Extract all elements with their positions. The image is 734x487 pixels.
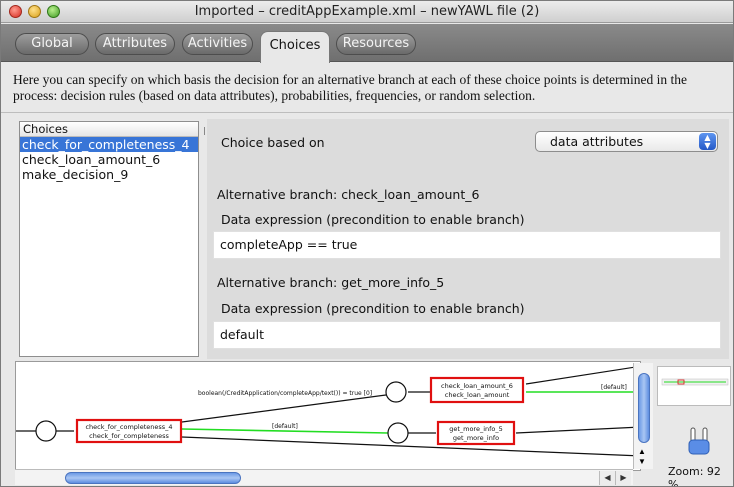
edge-label-default-2: [default] <box>601 384 627 391</box>
scroll-up-icon[interactable]: ▲ <box>638 447 646 456</box>
task-label-1-line2: check_for_completeness <box>89 432 169 440</box>
choices-list-header[interactable]: Choices <box>20 122 198 137</box>
task-label-1-line1: check_for_completeness_4 <box>85 423 172 431</box>
task-label-3-line1: get_more_info_5 <box>449 425 503 433</box>
app-window: Imported – creditAppExample.xml – newYAW… <box>0 0 734 487</box>
title-bar: Imported – creditAppExample.xml – newYAW… <box>1 1 733 23</box>
horizontal-scroll-thumb[interactable] <box>65 472 241 484</box>
branch-expression-field-2[interactable]: default <box>213 321 721 349</box>
scroll-left-icon[interactable]: ◀ <box>599 471 615 485</box>
condition-circle-1[interactable] <box>385 381 407 403</box>
minimize-window-button[interactable] <box>28 5 41 18</box>
tab-activities[interactable]: Activities <box>182 33 253 55</box>
zoom-window-button[interactable] <box>47 5 60 18</box>
choice-item-check-for-completeness[interactable]: check_for_completeness_4 <box>20 137 198 152</box>
task-label-2-line1: check_loan_amount_6 <box>441 382 513 390</box>
choices-description: Here you can specify on which basis the … <box>13 72 688 103</box>
choice-item-check-loan-amount[interactable]: check_loan_amount_6 <box>20 152 198 167</box>
scroll-right-icon[interactable]: ▶ <box>615 471 631 485</box>
tab-global[interactable]: Global <box>15 33 89 55</box>
start-condition-circle[interactable] <box>35 420 57 442</box>
edge-label-default-1: [default] <box>272 423 298 430</box>
choice-based-on-label: Choice based on <box>221 135 325 150</box>
process-diagram[interactable]: check_for_completeness_4 check_for_compl… <box>15 361 641 471</box>
choice-basis-select[interactable]: data attributes ▲ ▼ <box>535 131 718 152</box>
tab-attributes[interactable]: Attributes <box>95 33 175 55</box>
flow-loan-out-line <box>525 365 640 385</box>
choice-item-make-decision[interactable]: make_decision_9 <box>20 167 198 182</box>
diagram-overview-thumbnail[interactable] <box>657 366 731 406</box>
task-label-3-line2: get_more_info <box>453 434 499 442</box>
diagram-horizontal-scrollbar[interactable]: ◀ ▶ <box>15 469 633 485</box>
edge-label-condition: boolean(/CreditApplication/completeApp/t… <box>198 390 372 397</box>
vertical-scroll-thumb[interactable] <box>638 373 650 443</box>
scroll-down-icon[interactable]: ▼ <box>638 457 646 466</box>
close-window-button[interactable] <box>9 5 22 18</box>
window-title: Imported – creditAppExample.xml – newYAW… <box>194 4 540 19</box>
split-pane-divider[interactable] <box>204 127 205 135</box>
choices-list: Choices check_for_completeness_4 check_l… <box>19 121 199 357</box>
select-updown-icon: ▲ ▼ <box>699 133 716 150</box>
condition-circle-2[interactable] <box>387 422 409 444</box>
diagram-canvas: check_for_completeness_4 check_for_compl… <box>16 365 640 457</box>
branch-expression-field-1[interactable]: completeApp == true <box>213 231 721 259</box>
task-label-2-line2: check_loan_amount <box>445 391 510 399</box>
choice-detail-panel: Choice based on data attributes ▲ ▼ Alter… <box>207 119 729 359</box>
branch-title-1: Alternative branch: check_loan_amount_6 <box>217 187 480 202</box>
zoom-level-label: Zoom: 92 % <box>668 465 721 487</box>
choice-basis-value: data attributes <box>550 134 644 149</box>
flow-loop-back-line <box>181 436 640 457</box>
tab-choices[interactable]: Choices <box>260 31 330 63</box>
flow-more-info-out-line <box>515 426 640 434</box>
tab-resources[interactable]: Resources <box>336 33 416 55</box>
diagram-vertical-scrollbar[interactable]: ▲ ▼ <box>633 363 653 469</box>
branch-expression-label-1: Data expression (precondition to enable … <box>221 212 525 227</box>
tab-strip: Global Attributes Activities Choices Res… <box>1 24 733 63</box>
branch-expression-label-2: Data expression (precondition to enable … <box>221 301 525 316</box>
overview-canvas <box>661 378 729 386</box>
zoom-slider[interactable] <box>685 426 713 456</box>
branch-title-2: Alternative branch: get_more_info_5 <box>217 275 445 290</box>
flow-condition-line <box>181 394 387 423</box>
